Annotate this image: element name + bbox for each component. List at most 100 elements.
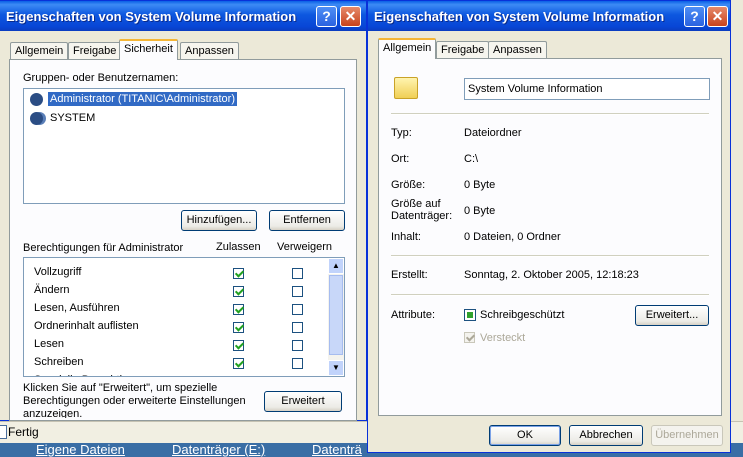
scroll-thumb[interactable]: [329, 275, 343, 355]
question-icon: ?: [322, 8, 331, 24]
cancel-button[interactable]: Abbrechen: [569, 425, 643, 446]
location-label: Ort:: [391, 153, 410, 165]
allow-checkbox[interactable]: [233, 268, 244, 279]
user-name: SYSTEM: [50, 112, 96, 124]
security-panel: Gruppen- oder Benutzernamen: Administrat…: [9, 59, 357, 421]
group-icon: [30, 112, 43, 125]
divider: [391, 113, 709, 115]
permissions-list[interactable]: Vollzugriff Ändern Lesen, Ausführen Ordneri…: [23, 257, 345, 377]
allow-checkbox[interactable]: [233, 376, 244, 377]
location-value: C:\: [464, 153, 479, 165]
status-icon: [0, 425, 7, 439]
tab-allgemein[interactable]: Allgemein: [378, 38, 437, 59]
contents-value: 0 Dateien, 0 Ordner: [464, 231, 561, 243]
permission-name: Ändern: [34, 284, 70, 296]
allow-checkbox[interactable]: [233, 322, 244, 333]
desktop-link-drive[interactable]: Datenträ: [312, 443, 362, 457]
deny-checkbox[interactable]: [292, 304, 303, 315]
readonly-checkbox[interactable]: [464, 309, 476, 321]
status-text: Fertig: [8, 425, 39, 439]
tab-allgemein[interactable]: Allgemein: [10, 42, 69, 60]
contents-label: Inhalt:: [391, 231, 421, 243]
remove-button[interactable]: Entfernen: [269, 210, 345, 231]
help-button[interactable]: ?: [684, 6, 705, 27]
permission-name: Vollzugriff: [34, 266, 82, 278]
type-label: Typ:: [391, 127, 412, 139]
allow-column-header: Zulassen: [216, 241, 261, 253]
scroll-up-button[interactable]: ▲: [328, 258, 344, 274]
chevron-up-icon: ▲: [332, 261, 340, 270]
hidden-checkbox[interactable]: [464, 332, 475, 343]
help-button[interactable]: ?: [316, 6, 337, 27]
apply-button[interactable]: Übernehmen: [651, 425, 723, 446]
tab-anpassen[interactable]: Anpassen: [488, 41, 547, 59]
user-name: Administrator (TITANIC\Administrator): [48, 92, 237, 106]
add-button[interactable]: Hinzufügen...: [181, 210, 257, 231]
permission-row: Ändern: [24, 284, 324, 300]
deny-checkbox[interactable]: [292, 340, 303, 351]
permission-name: Schreiben: [34, 356, 84, 368]
title-bar[interactable]: Eigenschaften von System Volume Informat…: [368, 1, 730, 31]
close-icon: ✕: [711, 8, 724, 24]
size-label: Größe:: [391, 179, 426, 191]
tab-freigabe[interactable]: Freigabe: [68, 42, 122, 60]
groups-label: Gruppen- oder Benutzernamen:: [23, 72, 179, 84]
question-icon: ?: [690, 8, 699, 24]
list-item-administrator[interactable]: Administrator (TITANIC\Administrator): [26, 92, 342, 108]
readonly-label: Schreibgeschützt: [480, 309, 565, 321]
chevron-down-icon: ▼: [332, 363, 340, 372]
desktop-link-drive-e[interactable]: Datenträger (E:): [172, 443, 265, 457]
size-on-disk-label: Größe auf Datenträger:: [391, 198, 453, 222]
user-icon: [30, 93, 43, 106]
folder-name-input[interactable]: [464, 78, 710, 100]
title-bar[interactable]: Eigenschaften von System Volume Informat…: [0, 1, 366, 31]
close-button[interactable]: ✕: [707, 6, 728, 27]
deny-checkbox[interactable]: [292, 286, 303, 297]
permission-row: Spezielle Berechtigungen: [24, 374, 324, 377]
permission-name: Ordnerinhalt auflisten: [34, 320, 139, 332]
allow-checkbox[interactable]: [233, 286, 244, 297]
tab-freigabe[interactable]: Freigabe: [436, 41, 490, 59]
scrollbar[interactable]: ▲ ▼: [328, 258, 344, 376]
window-title: Eigenschaften von System Volume Informat…: [374, 9, 665, 24]
permission-name: Lesen: [34, 338, 64, 350]
size-value: 0 Byte: [464, 179, 496, 191]
attributes-label: Attribute:: [391, 309, 436, 321]
deny-column-header: Verweigern: [277, 241, 333, 253]
divider: [391, 294, 709, 296]
permission-row: Schreiben: [24, 356, 324, 372]
general-panel: Typ: Dateiordner Ort: C:\ Größe: 0 Byte …: [378, 58, 722, 416]
allow-checkbox[interactable]: [233, 340, 244, 351]
permission-row: Ordnerinhalt auflisten: [24, 320, 324, 336]
deny-checkbox[interactable]: [292, 322, 303, 333]
allow-checkbox[interactable]: [233, 304, 244, 315]
deny-checkbox[interactable]: [292, 376, 303, 377]
tab-sicherheit[interactable]: Sicherheit: [119, 39, 178, 60]
folder-icon: [394, 77, 418, 99]
permissions-label: Berechtigungen für Administrator: [23, 242, 184, 254]
close-button[interactable]: ✕: [340, 6, 361, 27]
general-properties-window: Eigenschaften von System Volume Informat…: [367, 0, 731, 453]
size-on-disk-value: 0 Byte: [464, 205, 496, 217]
created-label: Erstellt:: [391, 269, 428, 281]
list-item-system[interactable]: SYSTEM: [26, 111, 342, 127]
hidden-label: Versteckt: [480, 332, 526, 344]
permission-row: Lesen: [24, 338, 324, 354]
permission-name: Spezielle Berechtigungen: [34, 374, 159, 376]
advanced-attributes-button[interactable]: Erweitert...: [635, 305, 709, 326]
type-value: Dateiordner: [464, 127, 522, 139]
deny-checkbox[interactable]: [292, 268, 303, 279]
tab-anpassen[interactable]: Anpassen: [180, 42, 239, 60]
allow-checkbox[interactable]: [233, 358, 244, 369]
users-list[interactable]: Administrator (TITANIC\Administrator) SY…: [23, 88, 345, 204]
mixed-state-mark: [467, 312, 473, 318]
divider: [391, 255, 709, 257]
advanced-button[interactable]: Erweitert: [264, 391, 342, 412]
security-properties-window: Eigenschaften von System Volume Informat…: [0, 0, 367, 421]
advanced-hint-text: Klicken Sie auf "Erweitert", um speziell…: [23, 382, 246, 418]
ok-button[interactable]: OK: [489, 425, 561, 446]
permission-row: Lesen, Ausführen: [24, 302, 324, 318]
scroll-down-button[interactable]: ▼: [328, 360, 344, 376]
deny-checkbox[interactable]: [292, 358, 303, 369]
desktop-link-my-files[interactable]: Eigene Dateien: [36, 443, 125, 457]
